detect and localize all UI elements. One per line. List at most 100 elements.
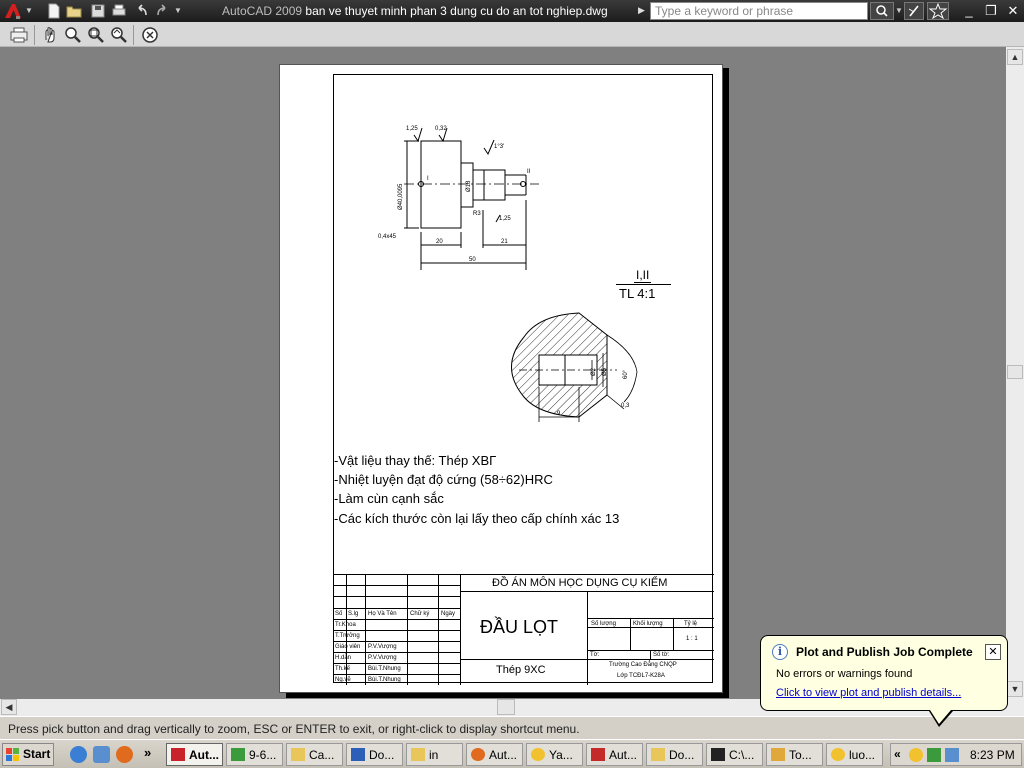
grid-line xyxy=(334,596,460,597)
grid-line xyxy=(334,608,460,609)
balloon-message: No errors or warnings found xyxy=(776,668,913,680)
project-title: ĐỒ ÁN MÔN HỌC DỤNG CỤ KIỂM xyxy=(492,577,668,589)
task-folder[interactable]: Ca... xyxy=(286,743,343,766)
redo-icon[interactable] xyxy=(154,3,170,19)
word-icon xyxy=(351,748,365,761)
grid-line xyxy=(334,652,460,653)
task-yahoo[interactable]: Ya... xyxy=(526,743,583,766)
task-label: Ca... xyxy=(309,748,335,762)
task-label: Ya... xyxy=(549,748,573,762)
task-firefox[interactable]: Aut... xyxy=(466,743,523,766)
search-dropdown-icon[interactable]: ▼ xyxy=(895,6,903,15)
info-icon: i xyxy=(772,644,788,660)
zoom-window-icon[interactable] xyxy=(86,25,106,45)
dim-21: 21 xyxy=(501,239,508,245)
detail-d2: Ø2 xyxy=(591,367,597,376)
communication-center-icon[interactable] xyxy=(904,2,924,20)
task-cmd[interactable]: C:\... xyxy=(706,743,763,766)
part-name: ĐẦU LỌT xyxy=(480,617,559,637)
scroll-up-arrow[interactable]: ▲ xyxy=(1007,49,1023,65)
person-name: P.V.Vượng xyxy=(368,644,397,650)
qty-label: Số lượng xyxy=(591,621,616,627)
save-icon[interactable] xyxy=(90,3,106,19)
paper-sheet: 1,25 0,32 1°3' I II Ø40,0095 Ø18 R3 1,25… xyxy=(279,64,723,693)
plot-icon[interactable] xyxy=(111,3,127,19)
task-word[interactable]: Do... xyxy=(346,743,403,766)
preview-toolbar xyxy=(0,22,1024,47)
tray-expand-icon[interactable]: « xyxy=(894,747,901,761)
zoom-realtime-icon[interactable] xyxy=(63,25,83,45)
search-input[interactable]: Type a keyword or phrase xyxy=(650,2,868,20)
title-block: Số S.lg Họ Và Tên Chữ ký Ngày Tr.Khoa T.… xyxy=(334,574,714,685)
scroll-down-arrow[interactable]: ▼ xyxy=(1007,681,1023,697)
document-icon xyxy=(771,748,785,761)
grid-line xyxy=(587,618,714,619)
pan-icon[interactable] xyxy=(40,25,60,45)
close-preview-icon[interactable] xyxy=(140,25,160,45)
autocad-logo-icon[interactable] xyxy=(3,2,23,20)
spreadsheet-icon xyxy=(231,748,245,761)
quick-access-dropdown-icon[interactable]: ▼ xyxy=(174,6,182,15)
dia-18-dim: Ø18 xyxy=(466,180,472,192)
search-icon[interactable] xyxy=(870,2,894,20)
menu-dropdown-icon[interactable]: ▼ xyxy=(25,6,33,15)
folder-icon xyxy=(291,748,305,761)
tray-smiley-icon[interactable] xyxy=(909,748,923,762)
header-slg: S.lg xyxy=(348,611,359,617)
task-tools[interactable]: To... xyxy=(766,743,823,766)
grid-line xyxy=(438,575,439,685)
start-button[interactable]: Start xyxy=(2,743,54,766)
notification-balloon[interactable]: i Plot and Publish Job Complete ✕ No err… xyxy=(760,635,1008,727)
minimize-button[interactable]: _ xyxy=(960,3,978,19)
roughness-b: 0,32 xyxy=(435,126,447,132)
ie-icon[interactable] xyxy=(70,746,87,763)
material: Thép 9XC xyxy=(496,664,546,676)
task-label: Aut... xyxy=(609,748,638,762)
windows-logo-icon xyxy=(6,748,19,761)
scroll-thumb[interactable] xyxy=(1007,365,1023,379)
quicklaunch-overflow[interactable]: » xyxy=(144,745,151,760)
task-label: luo... xyxy=(849,748,876,762)
person-name: Bùi.T.Nhung xyxy=(368,666,401,672)
balloon-close-button[interactable]: ✕ xyxy=(985,644,1001,660)
close-button[interactable]: ✕ xyxy=(1004,3,1022,19)
section-mark-2: II xyxy=(527,169,531,175)
desktop-icon[interactable] xyxy=(93,746,110,763)
task-folder[interactable]: Do... xyxy=(646,743,703,766)
tray-network-icon[interactable] xyxy=(945,748,959,762)
dia-main-dim: Ø40,0095 xyxy=(398,183,404,210)
balloon-details-link[interactable]: Click to view plot and publish details..… xyxy=(776,687,961,699)
chamfer-dim: 0,4x45 xyxy=(378,234,397,240)
task-folder[interactable]: in xyxy=(406,743,463,766)
clock[interactable]: 8:23 PM xyxy=(970,748,1015,762)
scroll-thumb[interactable] xyxy=(497,699,515,715)
task-autocad[interactable]: Aut... xyxy=(166,743,223,766)
title-bar: ▼ ▼ AutoCAD 2009 ban ve thuyet minh phan… xyxy=(0,0,1024,22)
favorites-star-icon[interactable] xyxy=(927,2,949,20)
header-so: Số xyxy=(335,611,343,617)
grid-line xyxy=(673,618,674,650)
task-pdf[interactable]: Aut... xyxy=(586,743,643,766)
school-name: Trường Cao Đẳng CNQP xyxy=(609,662,677,668)
print-icon[interactable] xyxy=(9,25,29,45)
vertical-scrollbar[interactable]: ▲ ▼ xyxy=(1006,47,1024,699)
scale-underline xyxy=(616,284,671,285)
undo-icon[interactable] xyxy=(134,3,150,19)
task-messenger[interactable]: luo... xyxy=(826,743,883,766)
grid-line xyxy=(587,659,714,660)
drawing-canvas[interactable]: 1,25 0,32 1°3' I II Ø40,0095 Ø18 R3 1,25… xyxy=(0,47,1006,699)
zoom-original-icon[interactable] xyxy=(109,25,129,45)
tray-app-icon[interactable] xyxy=(927,748,941,762)
scroll-left-arrow[interactable]: ◀ xyxy=(1,699,17,715)
open-folder-icon[interactable] xyxy=(66,3,82,19)
restore-button[interactable]: ❐ xyxy=(982,3,1000,19)
autocad-window: ▼ ▼ AutoCAD 2009 ban ve thuyet minh phan… xyxy=(0,0,1024,768)
task-excel[interactable]: 9-6... xyxy=(226,743,283,766)
grid-line xyxy=(334,641,460,642)
start-label: Start xyxy=(23,747,51,761)
search-expand-icon[interactable]: ▶ xyxy=(638,5,645,16)
sheets-label: Số tờ: xyxy=(653,652,670,658)
task-label: Aut... xyxy=(189,748,219,762)
firefox-icon[interactable] xyxy=(116,746,133,763)
new-file-icon[interactable] xyxy=(46,3,62,19)
